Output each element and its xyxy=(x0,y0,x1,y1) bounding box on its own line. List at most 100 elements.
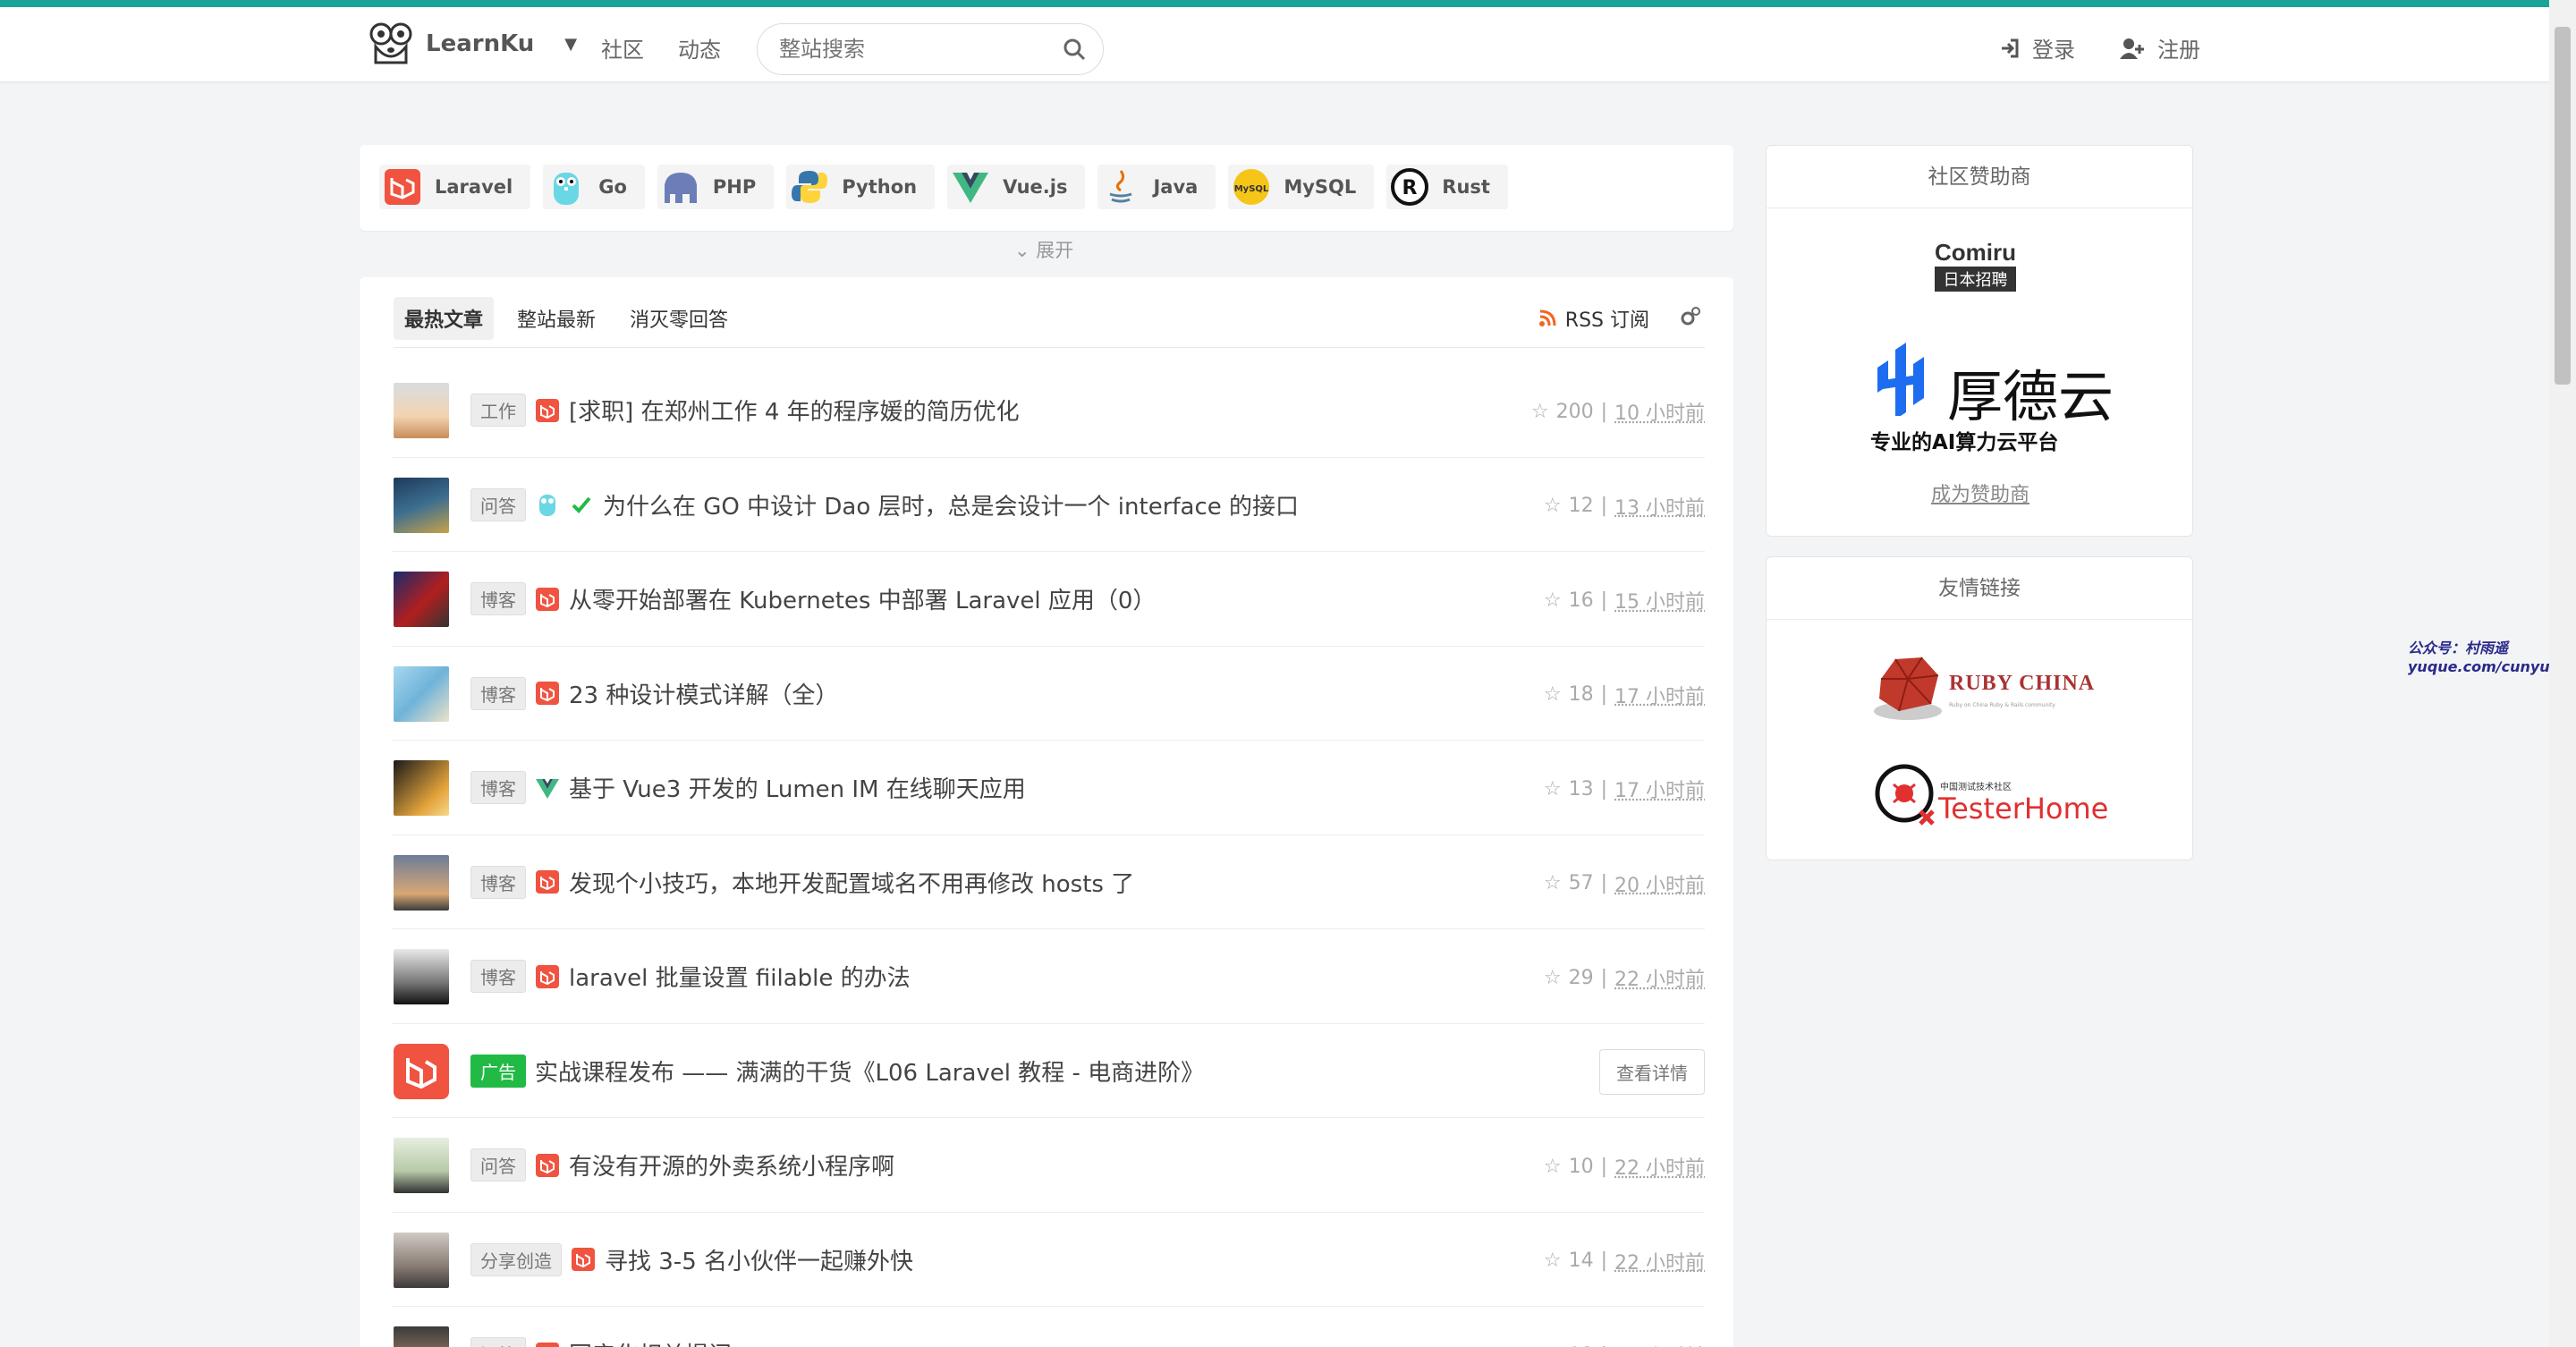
category-go[interactable]: Go xyxy=(543,165,645,209)
article-title[interactable]: 有没有开源的外卖系统小程序啊 xyxy=(569,1148,894,1182)
laravel-icon[interactable] xyxy=(571,1247,596,1272)
article-title[interactable]: [求职] 在郑州工作 4 年的程序媛的简历优化 xyxy=(569,394,1020,427)
article-title[interactable]: 发现个小技巧，本地开发配置域名不用再修改 hosts 了 xyxy=(569,866,1134,899)
laravel-icon[interactable] xyxy=(394,1043,449,1099)
post-time[interactable]: 15 小时前 xyxy=(1614,586,1705,614)
post-time[interactable]: 22 小时前 xyxy=(1614,963,1705,992)
become-sponsor-link[interactable]: 成为赞助商 xyxy=(1767,479,2194,507)
article-title[interactable]: 基于 Vue3 开发的 Lumen IM 在线聊天应用 xyxy=(569,771,1026,804)
testerhome-link[interactable]: 中国测试技术社区 TesterHome xyxy=(1874,761,2108,833)
category-vue[interactable]: Vue.js xyxy=(947,165,1086,209)
nav-community[interactable]: 社区 xyxy=(601,32,644,64)
view-details-button[interactable]: 查看详情 xyxy=(1599,1048,1705,1095)
category-label: Vue.js xyxy=(1003,176,1068,198)
avatar[interactable] xyxy=(394,477,449,533)
chevron-down-icon[interactable]: ▼ xyxy=(564,35,577,54)
avatar[interactable] xyxy=(394,1138,449,1193)
post-type-tag[interactable]: 博客 xyxy=(470,865,526,899)
post-type-tag[interactable]: 问答 xyxy=(470,1337,526,1347)
nav-activity[interactable]: 动态 xyxy=(678,32,721,64)
post-time[interactable]: 22 小时前 xyxy=(1614,1341,1705,1347)
vue-icon[interactable] xyxy=(535,775,560,801)
article-title[interactable]: laravel 批量设置 fiilable 的办法 xyxy=(569,960,911,993)
category-laravel[interactable]: Laravel xyxy=(379,165,531,209)
laravel-icon[interactable] xyxy=(535,964,560,989)
post-time[interactable]: 22 小时前 xyxy=(1614,1247,1705,1275)
category-python[interactable]: Python xyxy=(786,165,936,209)
login-link[interactable]: 登录 xyxy=(1998,32,2075,64)
avatar[interactable] xyxy=(394,760,449,816)
search-icon[interactable] xyxy=(1062,37,1087,65)
go-gopher-icon[interactable] xyxy=(535,492,560,517)
article-title[interactable]: 寻找 3-5 名小伙伴一起赚外快 xyxy=(605,1243,913,1276)
post-time[interactable]: 17 小时前 xyxy=(1614,775,1705,803)
search-input[interactable] xyxy=(779,35,1047,64)
post-time[interactable]: 17 小时前 xyxy=(1614,681,1705,709)
divider xyxy=(394,347,1705,348)
avatar[interactable] xyxy=(394,383,449,438)
article-row[interactable]: 问答 国产化相关提问 ☆ 19 | 22 小时前 xyxy=(392,1307,1705,1347)
scrollbar[interactable] xyxy=(2549,0,2576,1347)
post-type-tag[interactable]: 问答 xyxy=(470,1148,526,1182)
brand[interactable]: LearnKu ▼ xyxy=(369,21,577,66)
article-title[interactable]: 23 种设计模式详解（全） xyxy=(569,677,838,710)
avatar[interactable] xyxy=(394,1232,449,1288)
avatar[interactable] xyxy=(394,665,449,722)
laravel-icon[interactable] xyxy=(535,869,560,894)
avatar[interactable] xyxy=(394,854,449,911)
post-type-tag[interactable]: 工作 xyxy=(470,394,526,427)
category-mysql[interactable]: MySQL MySQL xyxy=(1228,165,1375,209)
rss-link[interactable]: RSS 订阅 xyxy=(1538,304,1649,333)
article-title[interactable]: 实战课程发布 —— 满满的干货《L06 Laravel 教程 - 电商进阶》 xyxy=(535,1055,1204,1088)
tab-hot-articles[interactable]: 最热文章 xyxy=(394,297,495,340)
ruby-china-link[interactable]: RUBY CHINA Ruby on China Ruby & Rails co… xyxy=(1872,652,2105,724)
article-row[interactable]: 问答 有没有开源的外卖系统小程序啊 ☆ 10 | 22 小时前 xyxy=(392,1118,1705,1213)
post-time[interactable]: 13 小时前 xyxy=(1614,492,1705,521)
avatar[interactable] xyxy=(394,949,449,1004)
post-type-tag[interactable]: 问答 xyxy=(470,487,526,521)
category-java[interactable]: Java xyxy=(1097,165,1216,209)
gear-icon[interactable] xyxy=(1680,306,1701,331)
post-type-tag[interactable]: 博客 xyxy=(470,771,526,804)
article-row[interactable]: 工作 [求职] 在郑州工作 4 年的程序媛的简历优化 ☆ 200 | 10 小时前 xyxy=(392,363,1705,458)
category-php[interactable]: PHP xyxy=(657,165,775,209)
laravel-icon[interactable] xyxy=(535,587,560,612)
tab-zero-replies[interactable]: 消灭零回答 xyxy=(619,297,739,340)
register-link[interactable]: 注册 xyxy=(2120,32,2200,64)
vue-icon xyxy=(951,167,990,207)
article-row[interactable]: 博客 laravel 批量设置 fiilable 的办法 ☆ 29 | 22 小时前 xyxy=(392,929,1705,1024)
search-box[interactable] xyxy=(757,23,1104,75)
article-title[interactable]: 从零开始部署在 Kubernetes 中部署 Laravel 应用（0） xyxy=(569,582,1156,615)
laravel-icon[interactable] xyxy=(535,398,560,423)
article-meta: ☆ 57 | 20 小时前 xyxy=(1544,869,1705,898)
ad-badge[interactable]: 广告 xyxy=(470,1054,526,1088)
comiru-sponsor[interactable]: Comiru 日本招聘 xyxy=(1935,239,2016,292)
post-time[interactable]: 20 小时前 xyxy=(1614,869,1705,898)
post-type-tag[interactable]: 博客 xyxy=(470,960,526,993)
article-title[interactable]: 国产化相关提问 xyxy=(569,1337,732,1347)
post-type-tag[interactable]: 博客 xyxy=(470,582,526,615)
post-type-tag[interactable]: 分享创造 xyxy=(470,1242,562,1276)
houdeyun-name: 厚德云 xyxy=(1947,364,2114,429)
avatar[interactable] xyxy=(394,572,449,627)
post-type-tag[interactable]: 博客 xyxy=(470,676,526,710)
laravel-icon[interactable] xyxy=(535,1342,560,1347)
article-row[interactable]: 博客 发现个小技巧，本地开发配置域名不用再修改 hosts 了 ☆ 57 | 20 小时前 xyxy=(392,835,1705,929)
article-row[interactable]: 博客 从零开始部署在 Kubernetes 中部署 Laravel 应用（0） ☆ 1… xyxy=(392,552,1705,647)
separator: | xyxy=(1601,1344,1607,1347)
tab-latest[interactable]: 整站最新 xyxy=(506,297,606,340)
article-title[interactable]: 为什么在 GO 中设计 Dao 层时，总是会设计一个 interface 的接口 xyxy=(603,488,1299,521)
expand-toggle[interactable]: ⌄ 展开 xyxy=(1014,236,1073,263)
article-row[interactable]: 广告 实战课程发布 —— 满满的干货《L06 Laravel 教程 - 电商进阶》… xyxy=(392,1024,1705,1118)
post-time[interactable]: 22 小时前 xyxy=(1614,1152,1705,1181)
category-rust[interactable]: R Rust xyxy=(1386,165,1508,209)
scrollbar-thumb[interactable] xyxy=(2555,27,2571,385)
article-row[interactable]: 博客 23 种设计模式详解（全） ☆ 18 | 17 小时前 xyxy=(392,647,1705,741)
laravel-icon[interactable] xyxy=(535,1153,560,1178)
article-row[interactable]: 问答 为什么在 GO 中设计 Dao 层时，总是会设计一个 interface 的… xyxy=(392,458,1705,552)
avatar[interactable] xyxy=(394,1326,449,1347)
post-time[interactable]: 10 小时前 xyxy=(1614,397,1705,426)
laravel-icon[interactable] xyxy=(535,681,560,706)
article-row[interactable]: 分享创造 寻找 3-5 名小伙伴一起赚外快 ☆ 14 | 22 小时前 xyxy=(392,1213,1705,1307)
article-row[interactable]: 博客 基于 Vue3 开发的 Lumen IM 在线聊天应用 ☆ 13 | 17 小时前 xyxy=(392,741,1705,835)
